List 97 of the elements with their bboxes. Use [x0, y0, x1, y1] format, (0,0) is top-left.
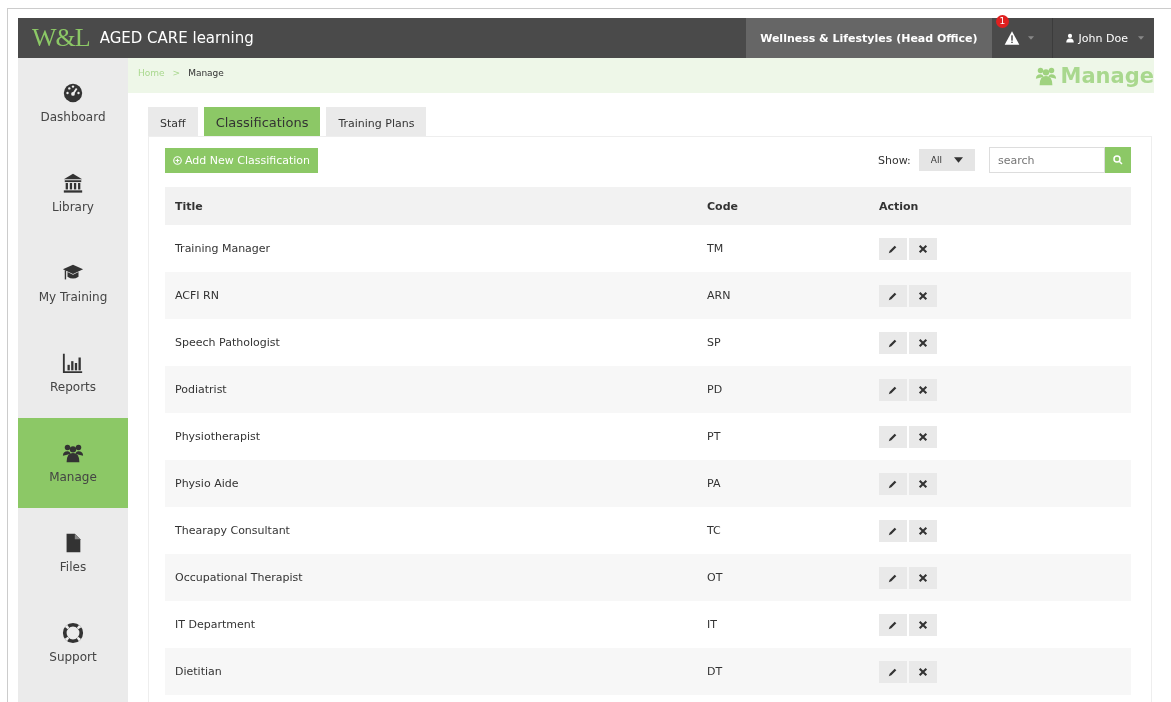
- pencil-icon: [888, 431, 898, 442]
- sidebar-item[interactable]: Support: [18, 598, 128, 688]
- edit-button[interactable]: [879, 425, 907, 448]
- warning-icon: [1003, 30, 1020, 46]
- organisation-label[interactable]: Wellness & Lifestyles (Head Office): [746, 18, 992, 58]
- edit-button[interactable]: [879, 331, 907, 354]
- column-header: Code: [706, 199, 739, 213]
- pencil-icon: [888, 243, 898, 254]
- delete-button[interactable]: [909, 425, 937, 448]
- pencil-icon: [888, 290, 898, 301]
- bar-chart-icon: [62, 352, 84, 374]
- user-menu[interactable]: John Doe: [1052, 18, 1154, 58]
- table-cell-text: SP: [706, 336, 722, 349]
- tab[interactable]: Training Plans: [326, 107, 427, 136]
- lifebuoy-icon: [62, 622, 84, 644]
- show-label: Show:: [878, 153, 911, 167]
- sidebar-item[interactable]: Files: [18, 508, 128, 598]
- tab[interactable]: Staff: [148, 107, 198, 136]
- table-cell-text: Speech Pathologist: [174, 336, 281, 349]
- delete-button[interactable]: [909, 519, 937, 542]
- table-cell-text: Dietitian: [174, 665, 223, 678]
- delete-button[interactable]: [909, 331, 937, 354]
- table-cell-text: Physio Aide: [174, 477, 240, 490]
- table-cell-text: ARN: [706, 289, 732, 302]
- table-cell-text: OT: [706, 571, 724, 584]
- delete-button[interactable]: [909, 284, 937, 307]
- sidebar-item[interactable]: Manage: [18, 418, 128, 508]
- close-icon: [918, 243, 928, 254]
- breadcrumb-current: Manage: [188, 68, 224, 78]
- separator-text: >: [172, 68, 181, 78]
- table-cell-text: PA: [706, 477, 722, 490]
- person-icon: [1064, 33, 1075, 43]
- caret-icon: [1027, 36, 1034, 40]
- gauge-icon: [62, 82, 84, 104]
- table-cell-text: Podiatrist: [174, 383, 228, 396]
- table-cell-text: PT: [706, 430, 722, 443]
- pencil-icon: [888, 337, 898, 348]
- app-name: AGED CARE learning: [99, 29, 254, 47]
- delete-button[interactable]: [909, 237, 937, 260]
- table-cell-text: PD: [706, 383, 724, 396]
- table-cell-text: Occupational Therapist: [174, 571, 304, 584]
- close-icon: [918, 572, 928, 583]
- page-title: Manage: [1060, 63, 1154, 88]
- show-dropdown[interactable]: All: [918, 149, 975, 171]
- table-cell-text: Physiotherapist: [174, 430, 262, 443]
- column-header: Title: [174, 199, 204, 213]
- close-icon: [918, 337, 928, 348]
- column-header: Action: [878, 199, 920, 213]
- close-icon: [918, 619, 928, 630]
- edit-button[interactable]: [879, 472, 907, 495]
- close-icon: [918, 384, 928, 395]
- edit-button[interactable]: [879, 284, 907, 307]
- search-field[interactable]: search: [989, 147, 1105, 173]
- plus-circle-icon: [173, 155, 182, 165]
- edit-button[interactable]: [879, 566, 907, 589]
- pencil-icon: [888, 525, 898, 536]
- edit-button[interactable]: [879, 660, 907, 683]
- table-cell-text: ACFI RN: [174, 289, 220, 302]
- table-cell-text: TM: [706, 242, 725, 255]
- close-icon: [918, 431, 928, 442]
- logo-text: W&L: [32, 23, 90, 53]
- delete-button[interactable]: [909, 472, 937, 495]
- pencil-icon: [888, 619, 898, 630]
- pencil-icon: [888, 478, 898, 489]
- close-icon: [918, 478, 928, 489]
- delete-button[interactable]: [909, 613, 937, 636]
- alert-count-badge: 1: [995, 15, 1010, 28]
- sidebar-item[interactable]: Reports: [18, 328, 128, 418]
- tab[interactable]: Classifications: [203, 107, 321, 136]
- sidebar-item[interactable]: Library: [18, 148, 128, 238]
- caret-icon: [954, 157, 963, 163]
- table-cell-text: IT Department: [174, 618, 257, 631]
- caret-icon: [1138, 36, 1144, 40]
- edit-button[interactable]: [879, 378, 907, 401]
- table-cell-text: Training Manager: [174, 242, 272, 255]
- user-name: John Doe: [1078, 31, 1128, 45]
- people-icon: [62, 442, 84, 464]
- table-cell-text: DT: [706, 665, 724, 678]
- edit-button[interactable]: [879, 613, 907, 636]
- pencil-icon: [888, 666, 898, 677]
- table-cell-text: Thearapy Consultant: [174, 524, 291, 537]
- close-icon: [918, 290, 928, 301]
- pencil-icon: [888, 572, 898, 583]
- delete-button[interactable]: [909, 566, 937, 589]
- delete-button[interactable]: [909, 378, 937, 401]
- sidebar-item[interactable]: My Training: [18, 238, 128, 328]
- close-icon: [918, 666, 928, 677]
- edit-button[interactable]: [879, 519, 907, 542]
- sidebar-item[interactable]: Dashboard: [18, 58, 128, 148]
- table-cell-text: TC: [706, 524, 722, 537]
- delete-button[interactable]: [909, 660, 937, 683]
- bank-icon: [62, 172, 84, 194]
- edit-button[interactable]: [879, 237, 907, 260]
- search-icon: [1112, 154, 1124, 166]
- close-icon: [918, 525, 928, 536]
- table-cell-text: IT: [706, 618, 718, 631]
- pencil-icon: [888, 384, 898, 395]
